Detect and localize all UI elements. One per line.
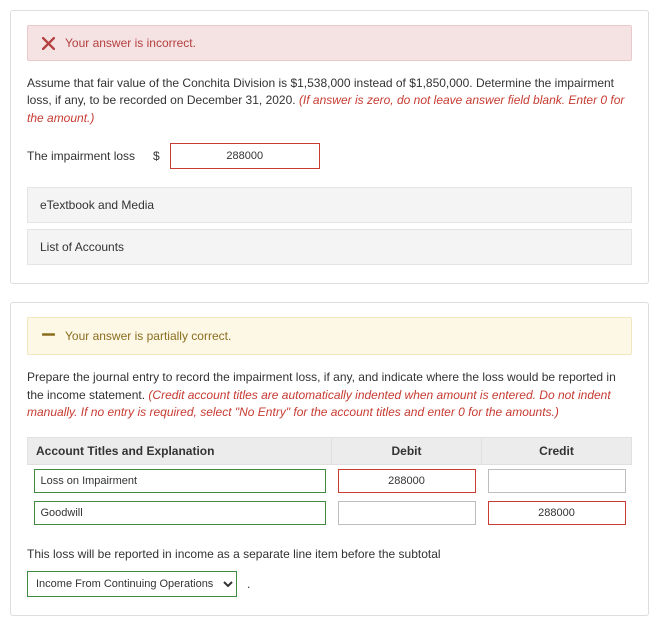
impairment-row: The impairment loss $ (27, 143, 632, 169)
footer-row: This loss will be reported in income as … (27, 547, 632, 597)
th-credit: Credit (482, 438, 632, 465)
debit-input[interactable] (338, 469, 476, 493)
minus-icon (42, 328, 55, 344)
list-of-accounts-bar[interactable]: List of Accounts (27, 229, 632, 265)
alert-partial: Your answer is partially correct. (27, 317, 632, 355)
etextbook-bar[interactable]: eTextbook and Media (27, 187, 632, 223)
impairment-label: The impairment loss (27, 149, 135, 163)
credit-input[interactable] (488, 501, 626, 525)
table-row (28, 497, 632, 529)
footer-text: This loss will be reported in income as … (27, 547, 441, 561)
reporting-select[interactable]: Income From Continuing Operations (27, 571, 237, 597)
alert-text: Your answer is incorrect. (65, 36, 196, 50)
table-row (28, 465, 632, 498)
credit-input[interactable] (488, 469, 626, 493)
question-panel-1: Your answer is incorrect. Assume that fa… (10, 10, 649, 284)
th-debit: Debit (332, 438, 482, 465)
period: . (247, 577, 250, 591)
x-icon (42, 37, 55, 50)
impairment-input[interactable] (170, 143, 320, 169)
dollar-sign: $ (153, 149, 160, 163)
journal-entry-table: Account Titles and Explanation Debit Cre… (27, 437, 632, 529)
alert-incorrect: Your answer is incorrect. (27, 25, 632, 61)
account-input[interactable] (34, 469, 326, 493)
alert-text: Your answer is partially correct. (65, 329, 231, 343)
debit-input[interactable] (338, 501, 476, 525)
question-text-2: Prepare the journal entry to record the … (27, 369, 632, 421)
question-panel-2: Your answer is partially correct. Prepar… (10, 302, 649, 616)
question-text-1: Assume that fair value of the Conchita D… (27, 75, 632, 127)
account-input[interactable] (34, 501, 326, 525)
th-account: Account Titles and Explanation (28, 438, 332, 465)
